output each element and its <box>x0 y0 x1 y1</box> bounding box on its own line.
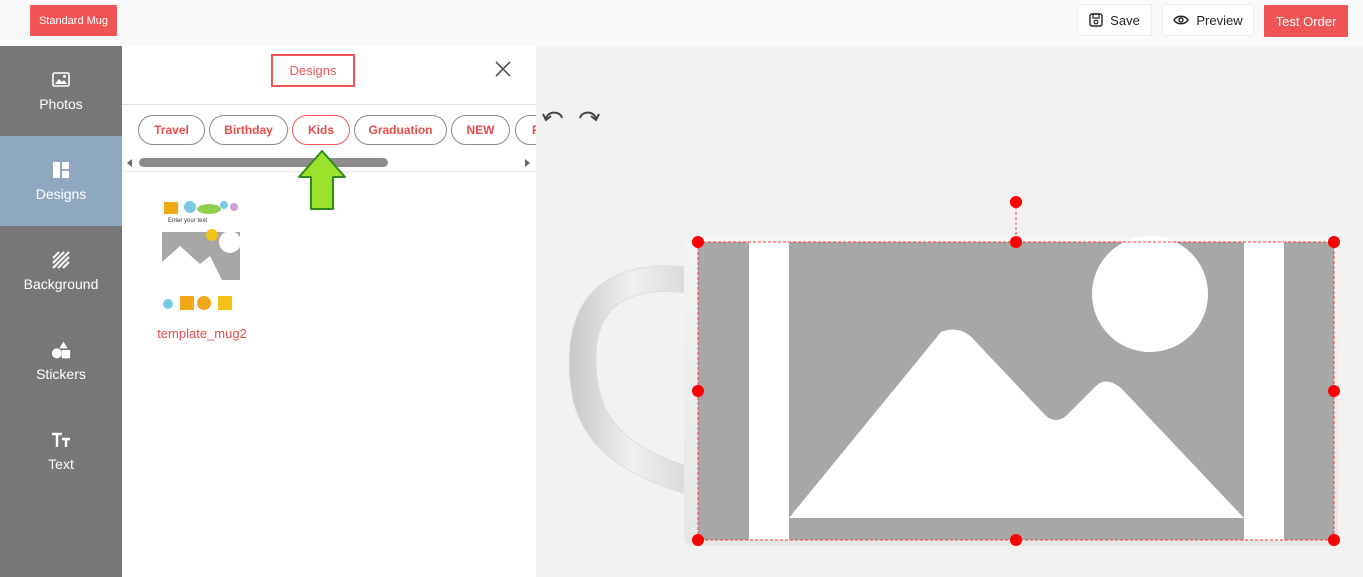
preview-label: Preview <box>1196 12 1243 28</box>
close-icon[interactable] <box>493 59 513 79</box>
sidebar-item-label: Background <box>23 276 99 292</box>
designs-panel: Designs Travel Birthday Kids Graduation … <box>122 46 536 577</box>
scroll-thumb[interactable] <box>139 158 388 167</box>
save-button[interactable]: Save <box>1077 4 1152 36</box>
divider <box>122 104 536 105</box>
layout-icon <box>51 160 71 180</box>
preview-button[interactable]: Preview <box>1162 4 1254 36</box>
stripes-icon <box>51 250 71 270</box>
resize-handle-right[interactable] <box>1328 385 1340 397</box>
tools-sidebar: Photos Designs Background Stickers Text <box>0 46 122 577</box>
resize-handle-bottom-left[interactable] <box>692 534 704 546</box>
placeholder-image[interactable] <box>698 236 1334 540</box>
sidebar-item-label: Stickers <box>36 366 86 382</box>
resize-handle-bottom-right[interactable] <box>1328 534 1340 546</box>
category-chip-graduation[interactable]: Graduation <box>354 115 447 145</box>
test-order-button[interactable]: Test Order <box>1264 5 1348 37</box>
scroll-right-icon[interactable] <box>525 159 530 167</box>
category-chip-more[interactable]: F <box>515 115 536 145</box>
mug-preview[interactable] <box>536 46 1363 577</box>
category-chip-new[interactable]: NEW <box>451 115 510 145</box>
category-chips: Travel Birthday Kids Graduation NEW F <box>122 115 536 147</box>
save-icon <box>1089 13 1103 27</box>
resize-handle-left[interactable] <box>692 385 704 397</box>
template-thumbnail[interactable]: Enter your text <box>162 200 240 312</box>
sidebar-item-photos[interactable]: Photos <box>0 46 122 136</box>
resize-handle-top-left[interactable] <box>692 236 704 248</box>
top-bar: Standard Mug Save Preview Test Order <box>0 0 1363 46</box>
sidebar-item-label: Photos <box>39 96 83 112</box>
resize-handle-bottom[interactable] <box>1010 534 1022 546</box>
text-icon <box>51 430 71 450</box>
scroll-left-icon[interactable] <box>127 159 132 167</box>
sidebar-item-designs[interactable]: Designs <box>0 136 122 226</box>
panel-title: Designs <box>271 54 355 87</box>
sidebar-item-label: Designs <box>35 186 87 202</box>
shapes-icon <box>51 340 71 360</box>
category-chip-travel[interactable]: Travel <box>138 115 205 145</box>
rotate-handle[interactable] <box>1010 196 1022 208</box>
up-arrow-hint-icon <box>297 149 347 211</box>
sidebar-item-text[interactable]: Text <box>0 406 122 496</box>
template-name: template_mug2 <box>157 326 247 341</box>
category-chip-kids[interactable]: Kids <box>292 115 350 145</box>
image-icon <box>51 70 71 90</box>
save-label: Save <box>1110 12 1140 28</box>
template-thumb-text: Enter your text <box>168 218 208 224</box>
template-card[interactable]: Enter your text template_mug2 <box>152 198 252 348</box>
sidebar-item-stickers[interactable]: Stickers <box>0 316 122 406</box>
sidebar-item-background[interactable]: Background <box>0 226 122 316</box>
category-chip-birthday[interactable]: Birthday <box>209 115 288 145</box>
resize-handle-top-right[interactable] <box>1328 236 1340 248</box>
product-selector-button[interactable]: Standard Mug <box>30 5 117 36</box>
resize-handle-top[interactable] <box>1010 236 1022 248</box>
eye-icon <box>1173 15 1190 25</box>
design-canvas[interactable] <box>536 46 1363 577</box>
sidebar-item-label: Text <box>48 456 74 472</box>
